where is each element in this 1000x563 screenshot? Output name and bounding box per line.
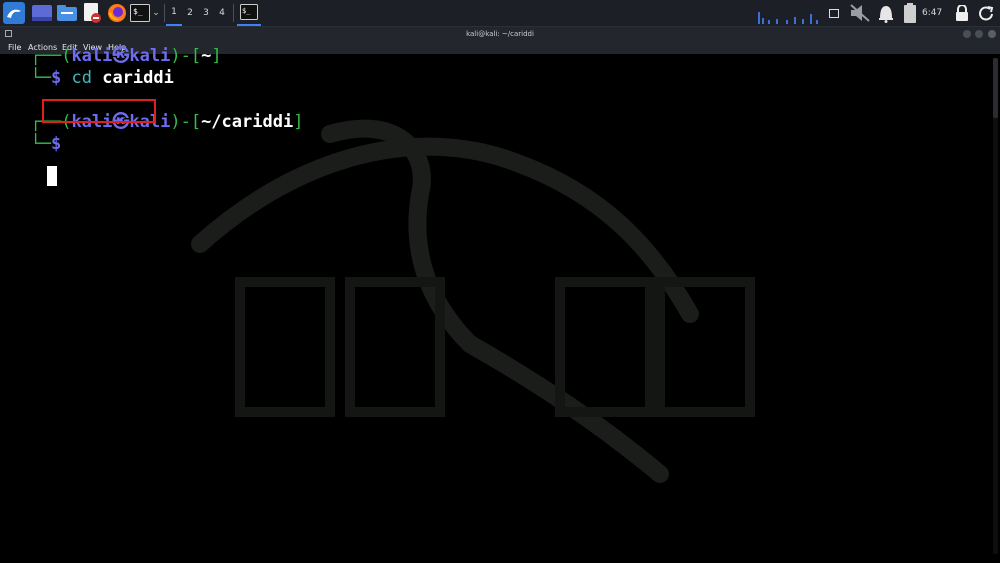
lock-icon[interactable] <box>952 0 972 26</box>
power-icon[interactable] <box>976 0 996 26</box>
display-icon[interactable] <box>826 0 842 26</box>
clock[interactable]: 6:47 <box>922 0 942 26</box>
prompt-bracket-close: ] <box>293 112 304 132</box>
close-button[interactable] <box>988 30 996 38</box>
terminal-cursor <box>47 166 57 186</box>
battery-icon <box>900 0 920 26</box>
prompt-bracket: )-[ <box>170 112 202 132</box>
notification-bell-icon[interactable] <box>874 0 898 26</box>
cpu-graph-icon <box>756 0 820 26</box>
svg-text:$_: $_ <box>133 7 143 16</box>
prompt-branch-bottom: └─ <box>30 68 51 88</box>
prompt-bracket-close: ] <box>211 46 222 66</box>
muted-speaker-icon[interactable] <box>848 0 872 26</box>
prompt-line-1: ┌──(kali㉿kali)-[~] <box>10 23 221 66</box>
maximize-button[interactable] <box>975 30 983 38</box>
prompt-branch-bottom: └─ <box>30 134 51 154</box>
prompt-dollar: $ <box>50 68 62 88</box>
svg-text:$_: $_ <box>242 7 251 15</box>
prompt-path: ~/cariddi <box>201 112 294 132</box>
command-line-1: └─$ cd cariddi <box>10 45 173 88</box>
minimize-button[interactable] <box>963 30 971 38</box>
command-name: cd <box>71 68 92 88</box>
command-highlight-box <box>42 99 156 123</box>
command-argument: cariddi <box>102 68 174 88</box>
prompt-bracket: )-[ <box>170 46 202 66</box>
prompt-dollar: $ <box>50 134 62 154</box>
terminal-window-icon[interactable]: $_ <box>237 0 261 26</box>
prompt-path: ~ <box>201 46 212 66</box>
